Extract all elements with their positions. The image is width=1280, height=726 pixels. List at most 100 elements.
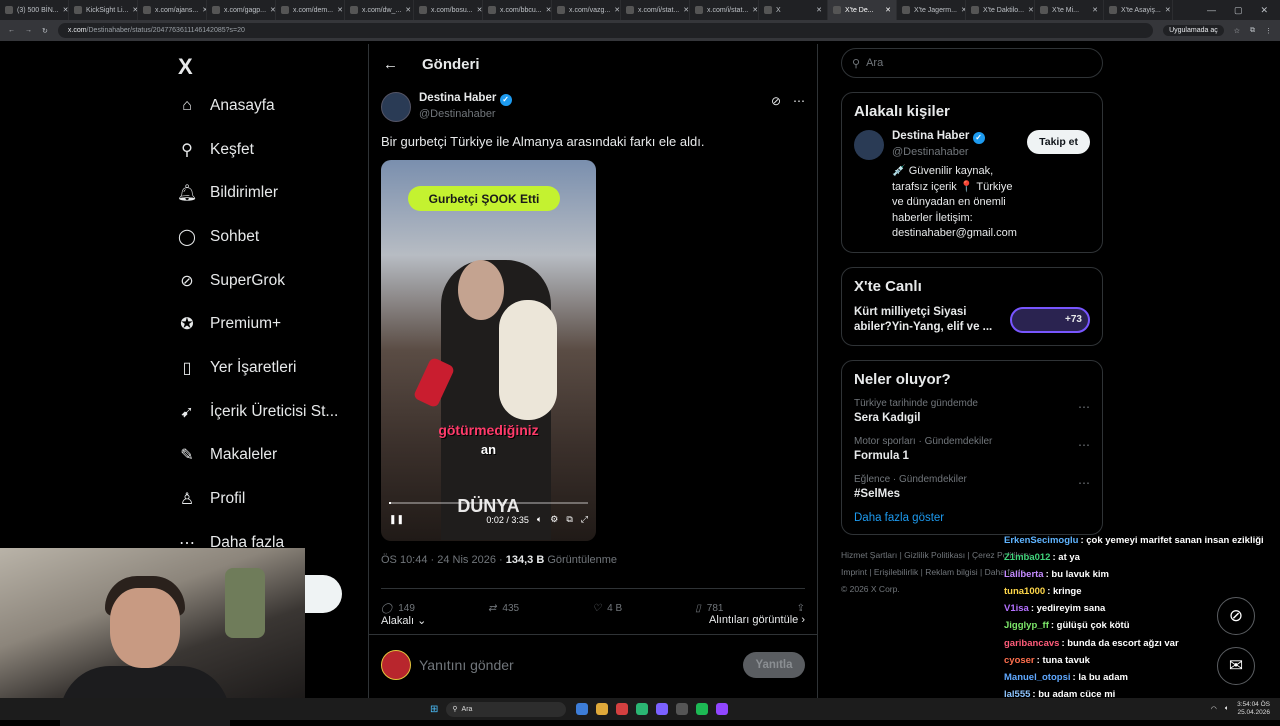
author-handle[interactable]: @Destinahaber [419,108,512,120]
more-options-icon[interactable]: ⋯ [1078,476,1090,490]
browser-tab[interactable]: X'te De... ✕ [828,0,897,20]
browser-tab[interactable]: x.com/vazg... ✕ [552,0,621,20]
follow-button[interactable]: Takip et [1027,130,1090,154]
video-player[interactable]: Gurbetçi ŞOOK Etti götürmediğiniz an DÜN… [381,160,596,541]
close-window-icon[interactable]: ✕ [1260,5,1268,16]
app-icon[interactable] [676,703,689,715]
trend-item[interactable]: Türkiye tarihinde gündemde Sera Kadıgil ⋯ [854,398,1090,424]
avatar[interactable] [854,130,884,160]
reply-action[interactable]: ◯ 149 [381,603,415,614]
grok-fab-icon[interactable]: ⊘ [1217,597,1255,635]
forward-icon[interactable]: → [25,27,32,34]
open-in-app-button[interactable]: Uygulamada aç [1163,25,1224,36]
spotify-icon[interactable] [696,703,709,715]
browser-tab[interactable]: x.com/i/stat... ✕ [621,0,690,20]
browser-tab[interactable]: (3) 500 BİN... ✕ [0,0,69,20]
browser-tab[interactable]: X'te Asayiş... ✕ [1104,0,1173,20]
minimize-icon[interactable]: — [1207,5,1216,16]
browser-tab[interactable]: x.com/i/stat... ✕ [690,0,759,20]
post-author[interactable]: Destina Haber ✓ @Destinahaber [381,92,512,122]
windows-start-icon[interactable]: ⊞ [430,704,438,715]
trend-item[interactable]: Eğlence · Gündemdekiler #SelMes ⋯ [854,474,1090,500]
volume-icon[interactable]: 🔈︎ [1225,705,1229,713]
app-icon[interactable] [636,703,649,715]
close-tab-icon[interactable]: ✕ [546,6,551,14]
show-more-link[interactable]: Daha fazla göster [854,512,1090,524]
app-icon[interactable] [656,703,669,715]
fullscreen-icon[interactable]: ⤢ [581,514,588,525]
browser-tab[interactable]: x.com/dem... ✕ [276,0,345,20]
browser-tab[interactable]: KickSight Li... ✕ [69,0,138,20]
pause-icon[interactable]: ❚❚ [389,514,404,525]
avatar[interactable] [381,92,411,122]
close-tab-icon[interactable]: ✕ [63,6,68,14]
trend-item[interactable]: Motor sporları · Gündemdekiler Formula 1 ⋯ [854,436,1090,462]
nav-item[interactable]: ✪ Premium+ [170,302,360,346]
taskbar-search[interactable]: ⚲ Ara [446,701,567,717]
browser-tab[interactable]: X ✕ [759,0,828,20]
close-tab-icon[interactable]: ✕ [816,6,822,14]
nav-item[interactable]: ◯ Sohbet [170,215,360,259]
live-space[interactable]: Kürt milliyetçi Siyasi abiler?Yin-Yang, … [854,305,1090,335]
close-tab-icon[interactable]: ✕ [405,6,411,14]
browser-tab[interactable]: x.com/ajans...✕ [138,0,207,20]
grok-icon[interactable]: ⊘ [771,94,781,108]
live-participants[interactable]: +73 [1010,306,1090,333]
back-icon[interactable]: ← [8,27,15,34]
close-tab-icon[interactable]: ✕ [1165,6,1171,14]
app-icon[interactable] [716,703,729,715]
star-icon[interactable]: ☆ [1234,27,1240,35]
nav-item[interactable]: ➹ İçerik Üreticisi St... [170,390,360,434]
app-icon[interactable] [616,703,629,715]
reply-input[interactable]: Yanıtını gönder [419,657,735,673]
more-options-icon[interactable]: ⋯ [1078,400,1090,414]
nav-item[interactable]: ▯ Yer İşaretleri [170,346,360,390]
nav-item[interactable]: ⌂ Anasayfa [170,84,360,128]
back-arrow-icon[interactable]: ← [383,56,398,73]
close-tab-icon[interactable]: ✕ [477,6,482,14]
close-tab-icon[interactable]: ✕ [752,6,758,14]
related-person[interactable]: Destina Haber ✓ @Destinahaber 💉 Güvenili… [854,130,1090,242]
app-icon[interactable] [596,703,609,715]
clock[interactable]: 3:54:04 ÖS 25.04.2026 [1237,701,1270,717]
more-options-icon[interactable]: ⋯ [1078,438,1090,452]
related-name[interactable]: Destina Haber [892,130,969,142]
extensions-icon[interactable]: ⧉ [1250,27,1255,35]
close-tab-icon[interactable]: ✕ [1028,6,1034,14]
close-tab-icon[interactable]: ✕ [614,6,620,14]
nav-item[interactable]: ✎ Makaleler [170,434,360,478]
volume-icon[interactable]: 🔈︎ [537,514,542,525]
related-handle[interactable]: @Destinahaber [892,146,1019,158]
nav-item[interactable]: 🔔︎ Bildirimler [170,171,360,215]
wifi-icon[interactable]: ◠ [1211,705,1217,713]
browser-tab[interactable]: x.com/bosu... ✕ [414,0,483,20]
close-tab-icon[interactable]: ✕ [1092,6,1098,14]
close-tab-icon[interactable]: ✕ [337,6,343,14]
menu-icon[interactable]: ⋮ [1265,27,1272,35]
search-input[interactable]: ⚲ Ara [841,48,1103,78]
browser-tab[interactable]: X'te Daktilo... ✕ [966,0,1035,20]
more-options-icon[interactable]: ⋯ [793,94,805,108]
close-tab-icon[interactable]: ✕ [885,6,891,14]
close-tab-icon[interactable]: ✕ [683,6,689,14]
author-name[interactable]: Destina Haber [419,92,496,104]
x-logo[interactable]: X [178,54,360,84]
browser-tab[interactable]: x.com/gagp... ✕ [207,0,276,20]
browser-tab[interactable]: x.com/bbcu... ✕ [483,0,552,20]
app-icon[interactable] [576,703,589,715]
settings-icon[interactable]: ⚙ [550,514,558,525]
nav-item[interactable]: ⊘ SuperGrok [170,259,360,303]
url-field[interactable]: x.com /Destinahaber/status/2047763611146… [57,23,1154,38]
pip-icon[interactable]: ⧉ [566,514,572,525]
browser-tab[interactable]: X'te Jagerm...✕ [897,0,966,20]
video-progress-bar[interactable] [389,502,588,504]
repost-action[interactable]: ⇄ 435 [488,603,519,614]
browser-tab[interactable]: x.com/dw_... ✕ [345,0,414,20]
reload-icon[interactable]: ↻ [42,27,48,35]
reply-button[interactable]: Yanıtla [743,651,805,678]
view-quotes-link[interactable]: Alıntıları görüntüle › [709,614,805,627]
nav-item[interactable]: ♙ Profil [170,477,360,521]
nav-item[interactable]: ⚲ Keşfet [170,128,360,172]
avatar[interactable] [381,649,411,680]
browser-tab[interactable]: X'te Mi... ✕ [1035,0,1104,20]
